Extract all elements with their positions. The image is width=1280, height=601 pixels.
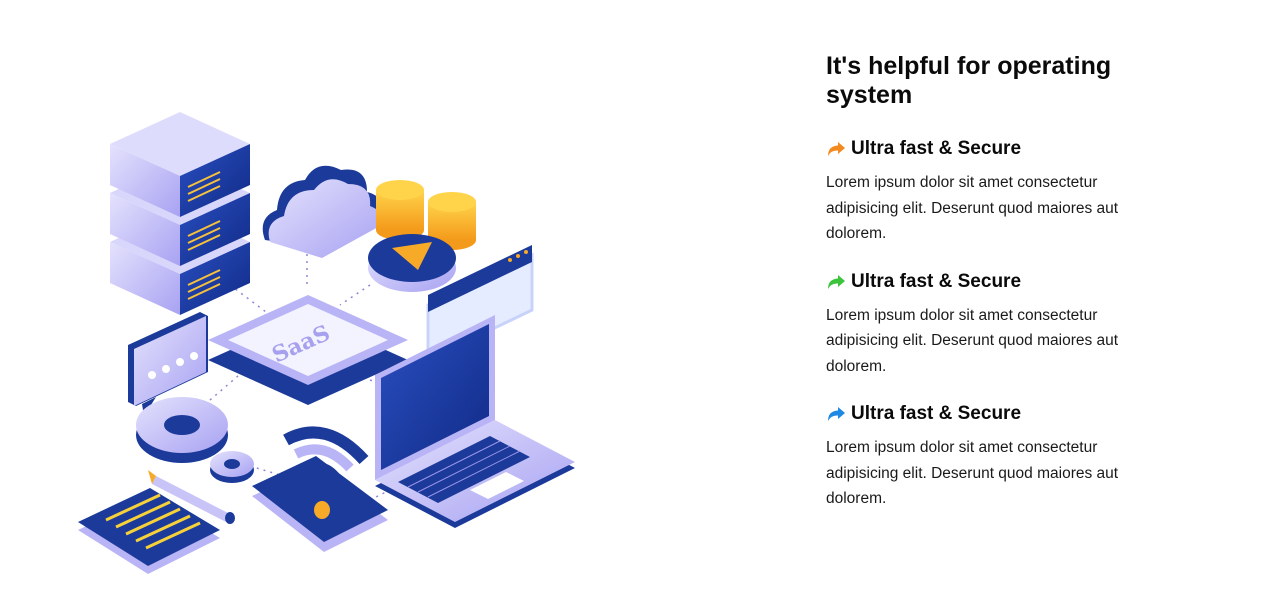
gear-icon [136, 397, 254, 483]
section-heading: It's helpful for operating system [826, 52, 1112, 109]
feature-description: Lorem ipsum dolor sit amet consectetur a… [826, 306, 1119, 375]
feature-title-row: Ultra fast & Secure [826, 270, 1156, 294]
feature-item: Ultra fast & Secure Lorem ipsum dolor si… [826, 137, 1156, 247]
laptop-icon [375, 315, 575, 528]
feature-title: Ultra fast & Secure [851, 403, 1022, 424]
feature-description: Lorem ipsum dolor sit amet consectetur a… [826, 439, 1119, 507]
cloud-icon [262, 165, 382, 258]
feature-item: Ultra fast & Secure Lorem ipsum dolor si… [826, 402, 1156, 512]
feature-title: Ultra fast & Secure [851, 138, 1022, 159]
share-arrow-icon [828, 407, 845, 421]
play-disc-icon [368, 234, 456, 292]
feature-description: Lorem ipsum dolor sit amet consectetur a… [826, 174, 1119, 242]
wifi-phone-icon [252, 426, 388, 552]
page: SaaS It's helpful for operating system U… [0, 0, 1280, 601]
feature-title: Ultra fast & Secure [851, 270, 1022, 292]
feature-section: It's helpful for operating system Ultra … [826, 52, 1156, 535]
feature-item: Ultra fast & Secure Lorem ipsum dolor si… [826, 270, 1156, 380]
saas-illustration: SaaS [78, 112, 575, 574]
share-arrow-icon [828, 142, 845, 156]
feature-title-row: Ultra fast & Secure [826, 137, 1156, 161]
share-arrow-icon [828, 274, 845, 289]
feature-title-row: Ultra fast & Secure [826, 402, 1156, 426]
server-stack-icon [110, 112, 250, 315]
